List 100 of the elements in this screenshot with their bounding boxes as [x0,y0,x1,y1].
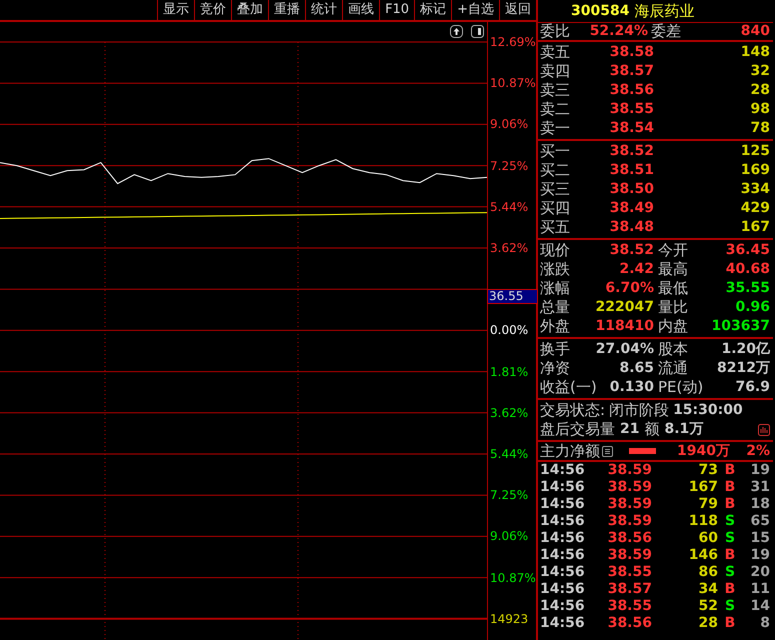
toolbar-button[interactable]: 重播 [268,0,306,20]
level-label: 买一 [539,142,571,161]
trade-volume: 52 [698,598,718,615]
stat-label: 现价 [540,241,570,260]
toolbar-button[interactable]: 标记 [414,0,452,20]
trade-side: S [724,513,736,530]
level-price: 38.51 [608,161,654,180]
axis-label: 0.00% [490,323,528,338]
axis-label: 10.87% [490,76,536,90]
main-flow-value: 1940万 [677,442,730,460]
stat-value: 840 [740,22,770,41]
level-price: 38.50 [608,180,654,199]
stat-value: 76.9 [735,378,770,397]
trade-price: 38.55 [606,564,652,581]
upload-icon[interactable] [450,25,463,38]
axis-label: 7.25% [490,488,528,502]
amount-label: 额 [644,419,660,440]
axis-label: 9.06% [490,529,528,544]
stat-value: 52.24% [588,22,648,41]
trade-side: B [724,615,736,632]
toolbar-button[interactable]: +自选 [451,0,499,20]
level-price: 38.54 [608,119,654,138]
level-price: 38.56 [608,81,654,100]
trade-count: 14 [750,598,770,615]
trade-count: 20 [750,564,770,581]
stat-value: 36.45 [726,241,770,260]
axis-label: 9.06% [490,117,528,132]
stat-label: 最低 [658,279,688,298]
stat-label: 最高 [658,260,688,279]
trade-price: 38.59 [606,462,652,479]
toolbar-button[interactable]: 返回 [499,0,536,20]
bar-chart-icon[interactable] [758,424,770,436]
trade-count: 18 [750,496,770,513]
flow-bar [629,448,656,454]
trade-side: B [724,496,736,513]
level-price: 38.55 [608,100,654,119]
trade-price: 38.59 [606,496,652,513]
after-hours-volume: 21 [620,420,640,439]
axis-label: 10.87% [490,570,536,585]
axis-label: 3.62% [490,406,528,420]
stat-label: 委差 [650,21,681,42]
status-value: 闭市阶段 [609,400,670,422]
level-label: 卖五 [539,43,571,62]
stat-value: 35.55 [726,279,770,298]
trade-price: 38.59 [606,513,652,530]
stat-value: 38.52 [610,241,654,260]
status-time: 15:30:00 [673,401,743,420]
stat-label: 涨跌 [540,260,570,279]
status-label: 交易状态: [540,400,606,421]
stat-label: 流通 [658,359,688,378]
toolbar-button[interactable]: 叠加 [231,0,268,20]
stat-value: 103637 [712,317,770,336]
trade-volume: 146 [688,547,718,564]
trade-side: S [724,530,736,547]
toolbar-button[interactable]: 画线 [342,0,380,20]
stat-label: 量比 [658,298,688,317]
trade-count: 19 [750,547,770,564]
level-label: 买五 [539,218,571,237]
level-label: 买二 [539,161,571,180]
stat-label: 涨幅 [540,279,570,298]
trade-price: 38.59 [606,547,652,564]
trade-volume: 86 [698,564,718,581]
axis-label: 5.44% [490,200,528,214]
level-label: 卖二 [539,100,571,119]
toolbar-button[interactable]: 显示 [157,0,194,20]
axis-label: 3.62% [490,241,528,255]
toolbar-button[interactable]: 竞价 [194,0,232,20]
trade-side: S [724,564,736,581]
trade-count: 8 [760,615,770,632]
stat-label: 今开 [658,241,688,260]
level-label: 卖一 [539,119,571,138]
level-price: 38.58 [608,43,654,62]
trade-volume: 60 [698,530,718,547]
main-flow-label: 主力净额 [540,440,600,462]
trade-price: 38.56 [606,615,652,632]
trade-volume: 167 [688,479,718,496]
axis-label: 1.81% [490,364,528,379]
level-price: 38.57 [608,62,654,81]
toolbar-button[interactable]: 统计 [305,0,342,20]
trade-side: S [724,598,736,615]
trade-volume: 28 [698,615,718,632]
trade-count: 19 [750,462,770,479]
level-label: 卖三 [539,81,571,100]
stat-label: 收益(一) [540,378,597,397]
level-volume: 78 [750,119,770,138]
main-flow-percent: 2% [745,442,770,460]
level-volume: 32 [750,62,770,81]
stat-value: 8212万 [717,359,770,378]
level-volume: 169 [740,161,770,180]
price-tag: 36.55 [487,289,538,304]
list-icon[interactable] [602,446,613,456]
level-volume: 28 [750,81,770,100]
axis-label: 5.44% [490,447,528,461]
panel-toggle-icon[interactable] [471,25,484,38]
level-label: 买三 [539,180,571,199]
stat-label: 内盘 [658,317,688,336]
trade-price: 38.56 [606,530,652,547]
volume-axis-label: 14923 [490,612,528,626]
toolbar-button[interactable]: F10 [379,0,414,20]
trade-volume: 73 [698,462,718,479]
